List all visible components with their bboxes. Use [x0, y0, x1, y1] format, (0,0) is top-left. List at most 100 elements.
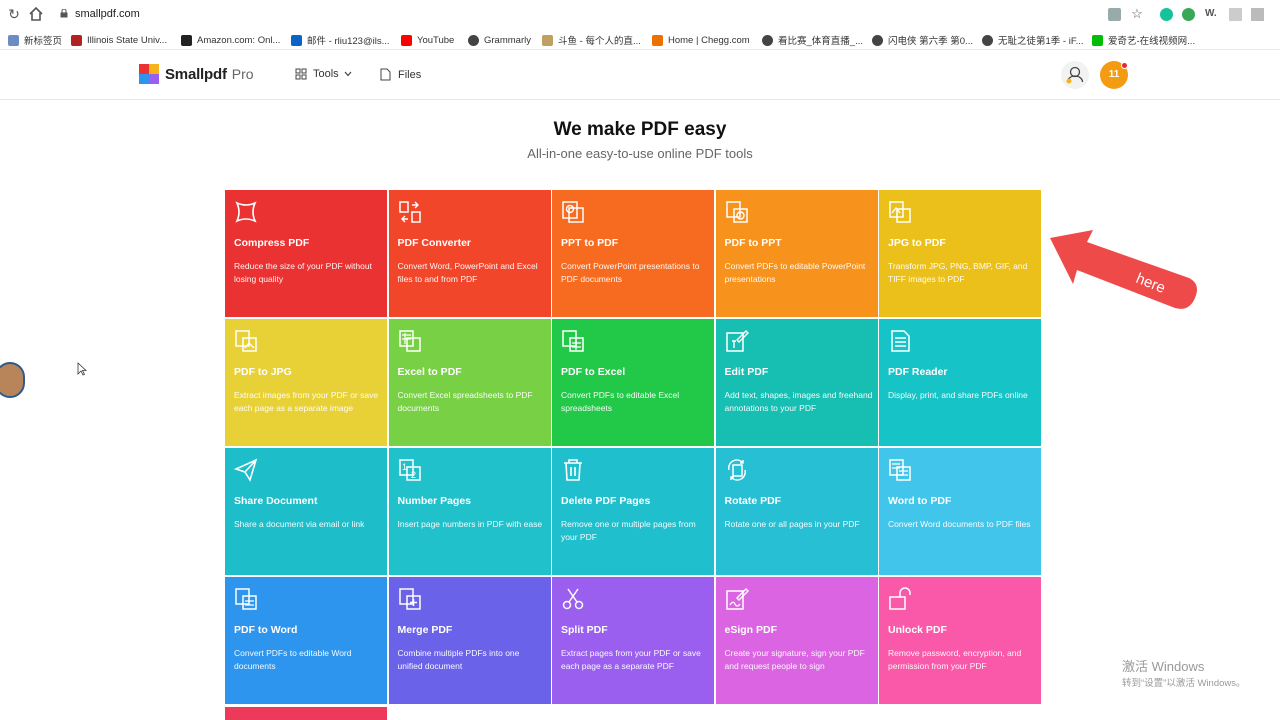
- tool-tile-esign-pdf[interactable]: eSign PDF Create your signature, sign you…: [715, 577, 878, 704]
- tool-description: Convert PowerPoint presentations to PDF …: [561, 261, 700, 284]
- rotate-icon: [727, 459, 746, 481]
- pdf-word-icon: [235, 588, 257, 610]
- tool-tile-unlock-pdf[interactable]: Unlock PDF Remove password, encryption, a…: [879, 577, 1041, 704]
- bookmark-item[interactable]: 无耻之徒第1季 - iF...: [982, 32, 1084, 48]
- tool-tile-word-to-pdf[interactable]: Word to PDF Convert Word documents to PDF…: [879, 448, 1041, 575]
- tool-title: PPT to PDF: [561, 237, 619, 249]
- files-menu[interactable]: Files: [380, 68, 421, 81]
- tool-description: Convert Word, PowerPoint and Excel files…: [397, 261, 538, 284]
- tool-tile-share-document[interactable]: Share Document Share a document via email…: [225, 448, 387, 575]
- globe-icon: [8, 34, 19, 46]
- globe-icon: [982, 34, 993, 46]
- jpg-icon: [889, 201, 911, 223]
- extension-puzzle-icon[interactable]: [1251, 8, 1264, 21]
- tool-description: Extract pages from your PDF or save each…: [561, 648, 701, 671]
- tool-tile-merge-pdf[interactable]: Merge PDF Combine multiple PDFs into one …: [388, 577, 551, 704]
- tool-title: eSign PDF: [724, 624, 778, 636]
- browser-toolbar: ↻ smallpdf.com ☆ W.: [0, 0, 1280, 30]
- tool-title: Share Document: [234, 495, 318, 507]
- bookmark-item[interactable]: 邮件 - rliu123@ils...: [291, 32, 390, 48]
- address-bar[interactable]: smallpdf.com: [75, 8, 140, 20]
- word-icon: [889, 459, 911, 481]
- number-icon: 12: [398, 459, 421, 481]
- bookmark-item[interactable]: Home | Chegg.com: [652, 32, 750, 48]
- tool-title: Compress PDF: [234, 237, 310, 249]
- tool-tile-rotate-pdf[interactable]: Rotate PDF Rotate one or all pages in you…: [715, 448, 878, 575]
- partial-tool-tile[interactable]: [225, 707, 387, 720]
- grammarly-icon[interactable]: [1160, 8, 1173, 21]
- grammarly-bookmark-icon: [468, 34, 479, 46]
- bookmark-item[interactable]: 斗鱼 - 每个人的直...: [542, 32, 641, 48]
- tool-description: Remove one or multiple pages from your P…: [561, 519, 696, 542]
- tool-title: Word to PDF: [888, 495, 952, 507]
- tool-tile-jpg-to-pdf[interactable]: JPG to PDF Transform JPG, PNG, BMP, GIF, …: [879, 190, 1041, 317]
- extension-w-icon[interactable]: W.: [1205, 8, 1218, 21]
- tool-description: Add text, shapes, images and freehand an…: [724, 390, 873, 413]
- trash-icon: [564, 459, 582, 481]
- bookmark-item[interactable]: 看比赛_体育直播_...: [762, 32, 863, 48]
- share-icon: [233, 458, 258, 482]
- tool-tile-split-pdf[interactable]: Split PDF Extract pages from your PDF or …: [552, 577, 714, 704]
- tools-menu[interactable]: Tools: [295, 68, 353, 80]
- tool-tile-pdf-converter[interactable]: PDF Converter Convert Word, PowerPoint an…: [388, 190, 551, 317]
- compress-icon: [235, 201, 257, 223]
- home-icon[interactable]: [28, 6, 44, 22]
- windows-activation-title: 激活 Windows: [1122, 659, 1205, 674]
- tool-tile-pdf-to-excel[interactable]: PDF to Excel Convert PDFs to editable Exc…: [552, 319, 714, 446]
- mouse-cursor-icon: [77, 362, 87, 376]
- pdf-jpg-icon: [235, 330, 257, 352]
- converter-icon: [398, 201, 421, 223]
- reload-icon[interactable]: ↻: [6, 6, 22, 22]
- files-label: Files: [398, 68, 422, 81]
- bookmark-item[interactable]: 闪电侠 第六季 第0...: [872, 32, 973, 48]
- bookmark-item[interactable]: 新标签页: [8, 32, 62, 48]
- tool-description: Remove password, encryption, and permiss…: [888, 648, 1022, 671]
- bookmark-item[interactable]: 爱奇艺-在线视频网...: [1092, 32, 1195, 48]
- logo-pro-label: Pro: [231, 66, 254, 82]
- tool-description: Create your signature, sign your PDF and…: [724, 648, 865, 671]
- lock-icon: [60, 9, 68, 18]
- bookmark-item[interactable]: YouTube: [401, 32, 454, 48]
- extension-check-icon[interactable]: [1182, 8, 1195, 21]
- tool-description: Convert Excel spreadsheets to PDF docume…: [397, 390, 533, 413]
- tool-description: Convert PDFs to editable Excel spreadshe…: [561, 390, 680, 413]
- translate-icon[interactable]: [1108, 8, 1121, 21]
- douyu-icon: [542, 34, 553, 46]
- tool-tile-pdf-to-word[interactable]: PDF to Word Convert PDFs to editable Word…: [225, 577, 387, 704]
- tool-tile-ppt-to-pdf[interactable]: PPT to PDF Convert PowerPoint presentatio…: [552, 190, 714, 317]
- grid-icon: [295, 68, 307, 80]
- star-icon[interactable]: ☆: [1129, 6, 1145, 22]
- tool-tile-number-pages[interactable]: 1 2 Number Pages Insert page numbers in PDF…: [388, 448, 551, 575]
- svg-text:1: 1: [402, 462, 407, 472]
- tool-tile-compress-pdf[interactable]: Compress PDF Reduce the size of your PDF …: [225, 190, 387, 317]
- edit-icon: [725, 330, 749, 352]
- bookmarks-bar: 新标签页 Illinois State Univ... Amazon.com: …: [0, 30, 1280, 50]
- tool-title: Excel to PDF: [397, 366, 462, 378]
- tools-label: Tools: [313, 68, 339, 80]
- page-subtitle: All-in-one easy-to-use online PDF tools: [527, 146, 753, 161]
- bookmark-item[interactable]: Grammarly: [468, 32, 531, 48]
- tool-tile-pdf-to-ppt[interactable]: PDF to PPT Convert PDFs to editable Power…: [715, 190, 878, 317]
- extension-doc-icon[interactable]: [1229, 8, 1242, 21]
- tool-tile-delete-pdf-pages[interactable]: Delete PDF Pages Remove one or multiple p…: [552, 448, 714, 575]
- iqiyi-icon: [1092, 34, 1103, 46]
- tool-tile-edit-pdf[interactable]: Edit PDF Add text, shapes, images and fre…: [715, 319, 878, 446]
- user-menu-button[interactable]: [1061, 61, 1089, 89]
- youtube-icon: [401, 34, 412, 46]
- logo[interactable]: Smallpdf Pro: [139, 64, 254, 84]
- tool-tile-pdf-reader[interactable]: PDF Reader Display, print, and share PDFs…: [879, 319, 1041, 446]
- logo-mark-icon: [139, 64, 159, 84]
- windows-activation-text: 转到“设置”以激活 Windows。: [1122, 678, 1246, 689]
- tool-title: Unlock PDF: [888, 624, 947, 636]
- tool-description: Transform JPG, PNG, BMP, GIF, and TIFF i…: [888, 261, 1028, 284]
- tool-tile-pdf-to-jpg[interactable]: PDF to JPG Extract images from your PDF o…: [225, 319, 387, 446]
- tool-title: Delete PDF Pages: [561, 495, 651, 507]
- bookmark-item[interactable]: Amazon.com: Onl...: [181, 32, 280, 48]
- file-icon: [380, 68, 391, 81]
- tool-title: PDF to JPG: [234, 366, 292, 378]
- svg-text:2: 2: [411, 470, 416, 480]
- bookmark-item[interactable]: Illinois State Univ...: [71, 32, 167, 48]
- tool-tile-excel-to-pdf[interactable]: Excel to PDF Convert Excel spreadsheets t…: [388, 319, 551, 446]
- tool-title: PDF Reader: [888, 366, 948, 378]
- notification-dot: [1121, 62, 1128, 69]
